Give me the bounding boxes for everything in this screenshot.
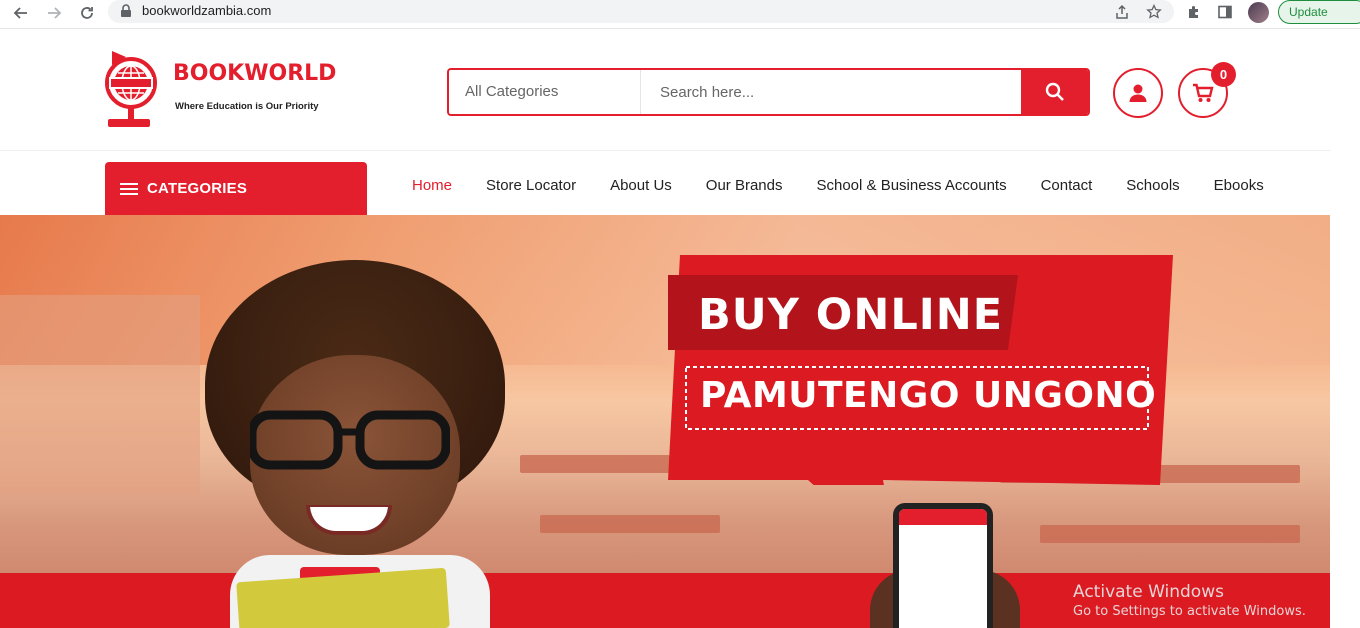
categories-button[interactable]: CATEGORIES: [105, 162, 367, 215]
nav-link-ebooks[interactable]: Ebooks: [1197, 177, 1281, 199]
phone-app-header: [899, 509, 987, 525]
lock-icon: [121, 4, 131, 17]
brand-tagline: Where Education is Our Priority: [175, 101, 319, 112]
profile-avatar[interactable]: [1248, 2, 1269, 23]
activate-title: Activate Windows: [1073, 582, 1224, 602]
side-panel-icon[interactable]: [1216, 3, 1234, 21]
url-text: bookworldzambia.com: [142, 3, 272, 18]
nav-links: Home Store Locator About Us Our Brands S…: [395, 177, 1281, 199]
extensions-puzzle-icon[interactable]: [1185, 3, 1203, 21]
hero-headline: BUY ONLINE: [698, 290, 1004, 340]
reload-icon[interactable]: [76, 2, 98, 24]
nav-link-schools[interactable]: Schools: [1109, 177, 1196, 199]
main-navigation: CATEGORIES Home Store Locator About Us O…: [0, 151, 1330, 215]
address-bar[interactable]: bookworldzambia.com: [108, 0, 1174, 23]
nav-link-store-locator[interactable]: Store Locator: [469, 177, 593, 199]
update-button[interactable]: Update: [1278, 0, 1360, 24]
search-icon: [1045, 82, 1064, 101]
globe-logo-icon: [105, 51, 157, 127]
user-icon: [1129, 84, 1147, 102]
nav-link-our-brands[interactable]: Our Brands: [689, 177, 800, 199]
phone-screen: [899, 509, 987, 628]
hero-subheadline: PAMUTENGO UNGONO: [700, 375, 1157, 416]
classroom-desk: [1040, 525, 1300, 543]
hero-banner[interactable]: BUY ONLINE PAMUTENGO UNGONO: [0, 215, 1330, 628]
categories-label: CATEGORIES: [147, 180, 248, 197]
search-input[interactable]: [642, 70, 1022, 114]
search-button[interactable]: [1021, 70, 1088, 114]
category-select[interactable]: All Categories: [449, 70, 641, 114]
classroom-desk: [540, 515, 720, 533]
site-header: BOOKWORLD Where Education is Our Priorit…: [0, 29, 1330, 151]
nav-link-home[interactable]: Home: [395, 177, 469, 199]
cart-count-badge: 0: [1211, 62, 1236, 87]
bookworld-logo[interactable]: BOOKWORLD Where Education is Our Priorit…: [104, 51, 336, 129]
hamburger-menu-icon: [120, 183, 138, 195]
search-bar: All Categories: [447, 68, 1090, 116]
phone-mockup: [893, 503, 993, 628]
bookmark-star-icon[interactable]: [1145, 3, 1163, 21]
classroom-desk: [520, 455, 670, 473]
classroom-board: [0, 295, 200, 495]
share-icon[interactable]: [1113, 3, 1131, 21]
glasses-graphic: [250, 410, 450, 470]
shopping-cart-icon: [1193, 83, 1214, 102]
nav-link-school-business-accounts[interactable]: School & Business Accounts: [799, 177, 1023, 199]
nav-link-about-us[interactable]: About Us: [593, 177, 689, 199]
back-arrow-icon[interactable]: [10, 2, 32, 24]
forward-arrow-icon[interactable]: [43, 2, 65, 24]
brand-name: BOOKWORLD: [173, 61, 337, 86]
browser-toolbar: bookworldzambia.com Update: [0, 0, 1360, 29]
windows-activation-watermark: Activate Windows Go to Settings to activ…: [1073, 582, 1306, 619]
nav-link-contact[interactable]: Contact: [1024, 177, 1110, 199]
activate-subtitle: Go to Settings to activate Windows.: [1073, 604, 1306, 619]
account-button[interactable]: [1113, 68, 1163, 118]
